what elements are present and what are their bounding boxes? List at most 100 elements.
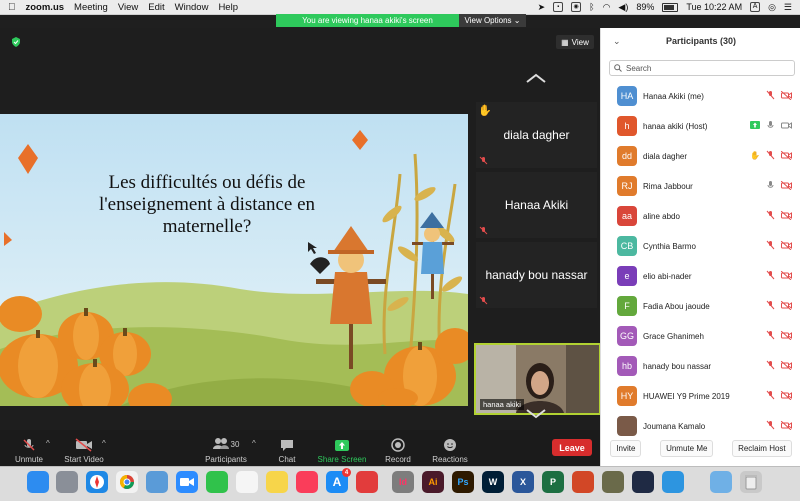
menu-list-icon[interactable]: ☰	[784, 2, 792, 13]
music-icon[interactable]	[296, 471, 318, 493]
participant-row[interactable]: Joumana Kamalo	[601, 412, 800, 440]
participant-name: hanady bou nassar	[643, 361, 712, 371]
battery-icon[interactable]	[662, 2, 679, 12]
participant-name: Cynthia Barmo	[643, 241, 696, 251]
muted-mic-icon	[479, 296, 488, 305]
photos-icon[interactable]	[236, 471, 258, 493]
muted-mic-icon	[766, 390, 775, 400]
chrome-icon[interactable]	[116, 471, 138, 493]
mic-icon	[767, 121, 774, 128]
status-icon-2[interactable]: ◉	[571, 2, 582, 12]
participants-button[interactable]: 30 Participants	[191, 432, 261, 464]
muted-mic-icon	[766, 150, 775, 160]
facetime-icon[interactable]	[206, 471, 228, 493]
share-screen-label: Share Screen	[317, 455, 367, 464]
word-icon[interactable]: X	[512, 471, 534, 493]
participant-tile-hanady[interactable]: hanady bou nassar	[476, 242, 597, 308]
participant-status-icons	[766, 270, 792, 280]
video-options-caret[interactable]: ^	[102, 439, 106, 448]
participant-row[interactable]: hb hanady bou nassar	[601, 352, 800, 380]
volume-icon[interactable]: ◀)	[618, 2, 628, 13]
finder-icon[interactable]	[27, 471, 49, 493]
avatar: CB	[617, 236, 637, 256]
participant-tile-diala[interactable]: ✋ diala dagher	[476, 102, 597, 168]
powerpoint-icon[interactable]	[572, 471, 594, 493]
indesign-icon[interactable]: Ai	[422, 471, 444, 493]
avatar: aa	[617, 206, 637, 226]
participant-name: HUAWEI Y9 Prime 2019	[643, 391, 730, 401]
participant-row[interactable]: HA Hanaa Akiki (me)	[601, 82, 800, 110]
reclaim-host-button[interactable]: Reclaim Host	[732, 439, 792, 457]
view-button[interactable]: ▦ View	[556, 35, 594, 49]
notes-icon[interactable]	[266, 471, 288, 493]
participant-name: diala dagher	[643, 151, 688, 161]
participant-row[interactable]: CB Cynthia Barmo	[601, 232, 800, 260]
bluetooth-icon[interactable]: ᛒ	[589, 2, 594, 12]
participant-row[interactable]: e elio abi-nader	[601, 262, 800, 290]
participant-row[interactable]: GG Grace Ghanimeh	[601, 322, 800, 350]
zoom-icon[interactable]	[176, 471, 198, 493]
appstore-glyph: A	[332, 475, 342, 489]
record-label: Record	[385, 455, 411, 464]
participant-status-icons	[766, 240, 792, 250]
menu-help[interactable]: Help	[218, 2, 238, 13]
participant-status-icons	[750, 120, 792, 130]
scroll-down-arrow-icon[interactable]	[525, 408, 547, 420]
menu-window[interactable]: Window	[175, 2, 209, 13]
start-video-button[interactable]: Start Video	[49, 432, 119, 464]
reactions-button[interactable]: Reactions	[415, 432, 485, 464]
search-input[interactable]: Search	[609, 60, 795, 76]
menu-meeting[interactable]: Meeting	[74, 2, 108, 13]
quicktime-icon[interactable]	[632, 471, 654, 493]
clock[interactable]: Tue 10:22 AM	[686, 2, 742, 12]
participant-row[interactable]: HY HUAWEI Y9 Prime 2019	[601, 382, 800, 410]
avatar: RJ	[617, 176, 637, 196]
avatar: F	[617, 296, 637, 316]
scroll-up-arrow-icon[interactable]	[525, 72, 547, 84]
appstore-icon[interactable]: A4	[326, 468, 351, 493]
menu-edit[interactable]: Edit	[148, 2, 164, 13]
menu-view[interactable]: View	[118, 2, 138, 13]
battery-percent[interactable]: 89%	[636, 2, 654, 12]
apple-menu-icon[interactable]: 	[8, 2, 16, 13]
leave-button[interactable]: Leave	[552, 439, 592, 456]
dock-label: P	[549, 477, 556, 487]
participant-row[interactable]: aa aline abdo	[601, 202, 800, 230]
preview-icon[interactable]	[146, 471, 168, 493]
start-video-label: Start Video	[64, 455, 104, 464]
view-options-button[interactable]: View Options ⌄	[459, 14, 526, 27]
user-icon[interactable]: ◎	[768, 2, 776, 13]
excel-icon[interactable]: P	[542, 471, 564, 493]
input-source-badge[interactable]: A	[750, 2, 761, 12]
game-icon[interactable]	[602, 471, 624, 493]
participant-row[interactable]: h hanaa akiki (Host)	[601, 112, 800, 140]
folder-icon[interactable]	[710, 471, 732, 493]
accessibility-icon[interactable]	[662, 471, 684, 493]
dock-label: Id	[399, 477, 407, 487]
unmute-me-button[interactable]: Unmute Me	[660, 439, 714, 457]
invite-button[interactable]: Invite	[610, 439, 642, 457]
trash-glyph	[745, 475, 757, 490]
active-speaker-video[interactable]: hanaa akiki	[474, 343, 601, 415]
shield-icon[interactable]	[11, 37, 21, 47]
wifi-icon[interactable]: ◠	[603, 2, 611, 13]
safari-icon[interactable]	[86, 471, 108, 493]
anydesk-icon[interactable]	[356, 471, 378, 493]
photoshop-icon[interactable]: W	[482, 471, 504, 493]
video-off-icon	[781, 360, 792, 370]
participant-name: Hanaa Akiki (me)	[643, 91, 704, 101]
system-preferences-icon[interactable]: Id	[392, 471, 414, 493]
participant-tile-hanaa[interactable]: Hanaa Akiki	[476, 172, 597, 238]
illustrator-icon[interactable]: Ps	[452, 471, 474, 493]
chrome-glyph	[120, 475, 134, 489]
trash-icon[interactable]	[740, 471, 762, 493]
participant-row[interactable]: RJ Rima Jabbour	[601, 172, 800, 200]
participant-status-icons	[766, 330, 792, 340]
participant-row[interactable]: F Fadia Abou jaoude	[601, 292, 800, 320]
chat-icon	[281, 440, 293, 451]
launchpad-icon[interactable]	[56, 471, 78, 493]
location-icon[interactable]: ➤	[538, 2, 546, 13]
app-menu[interactable]: zoom.us	[26, 2, 65, 13]
participant-row[interactable]: dd diala dagher ✋	[601, 142, 800, 170]
status-icon-1[interactable]: ▪	[553, 2, 564, 12]
